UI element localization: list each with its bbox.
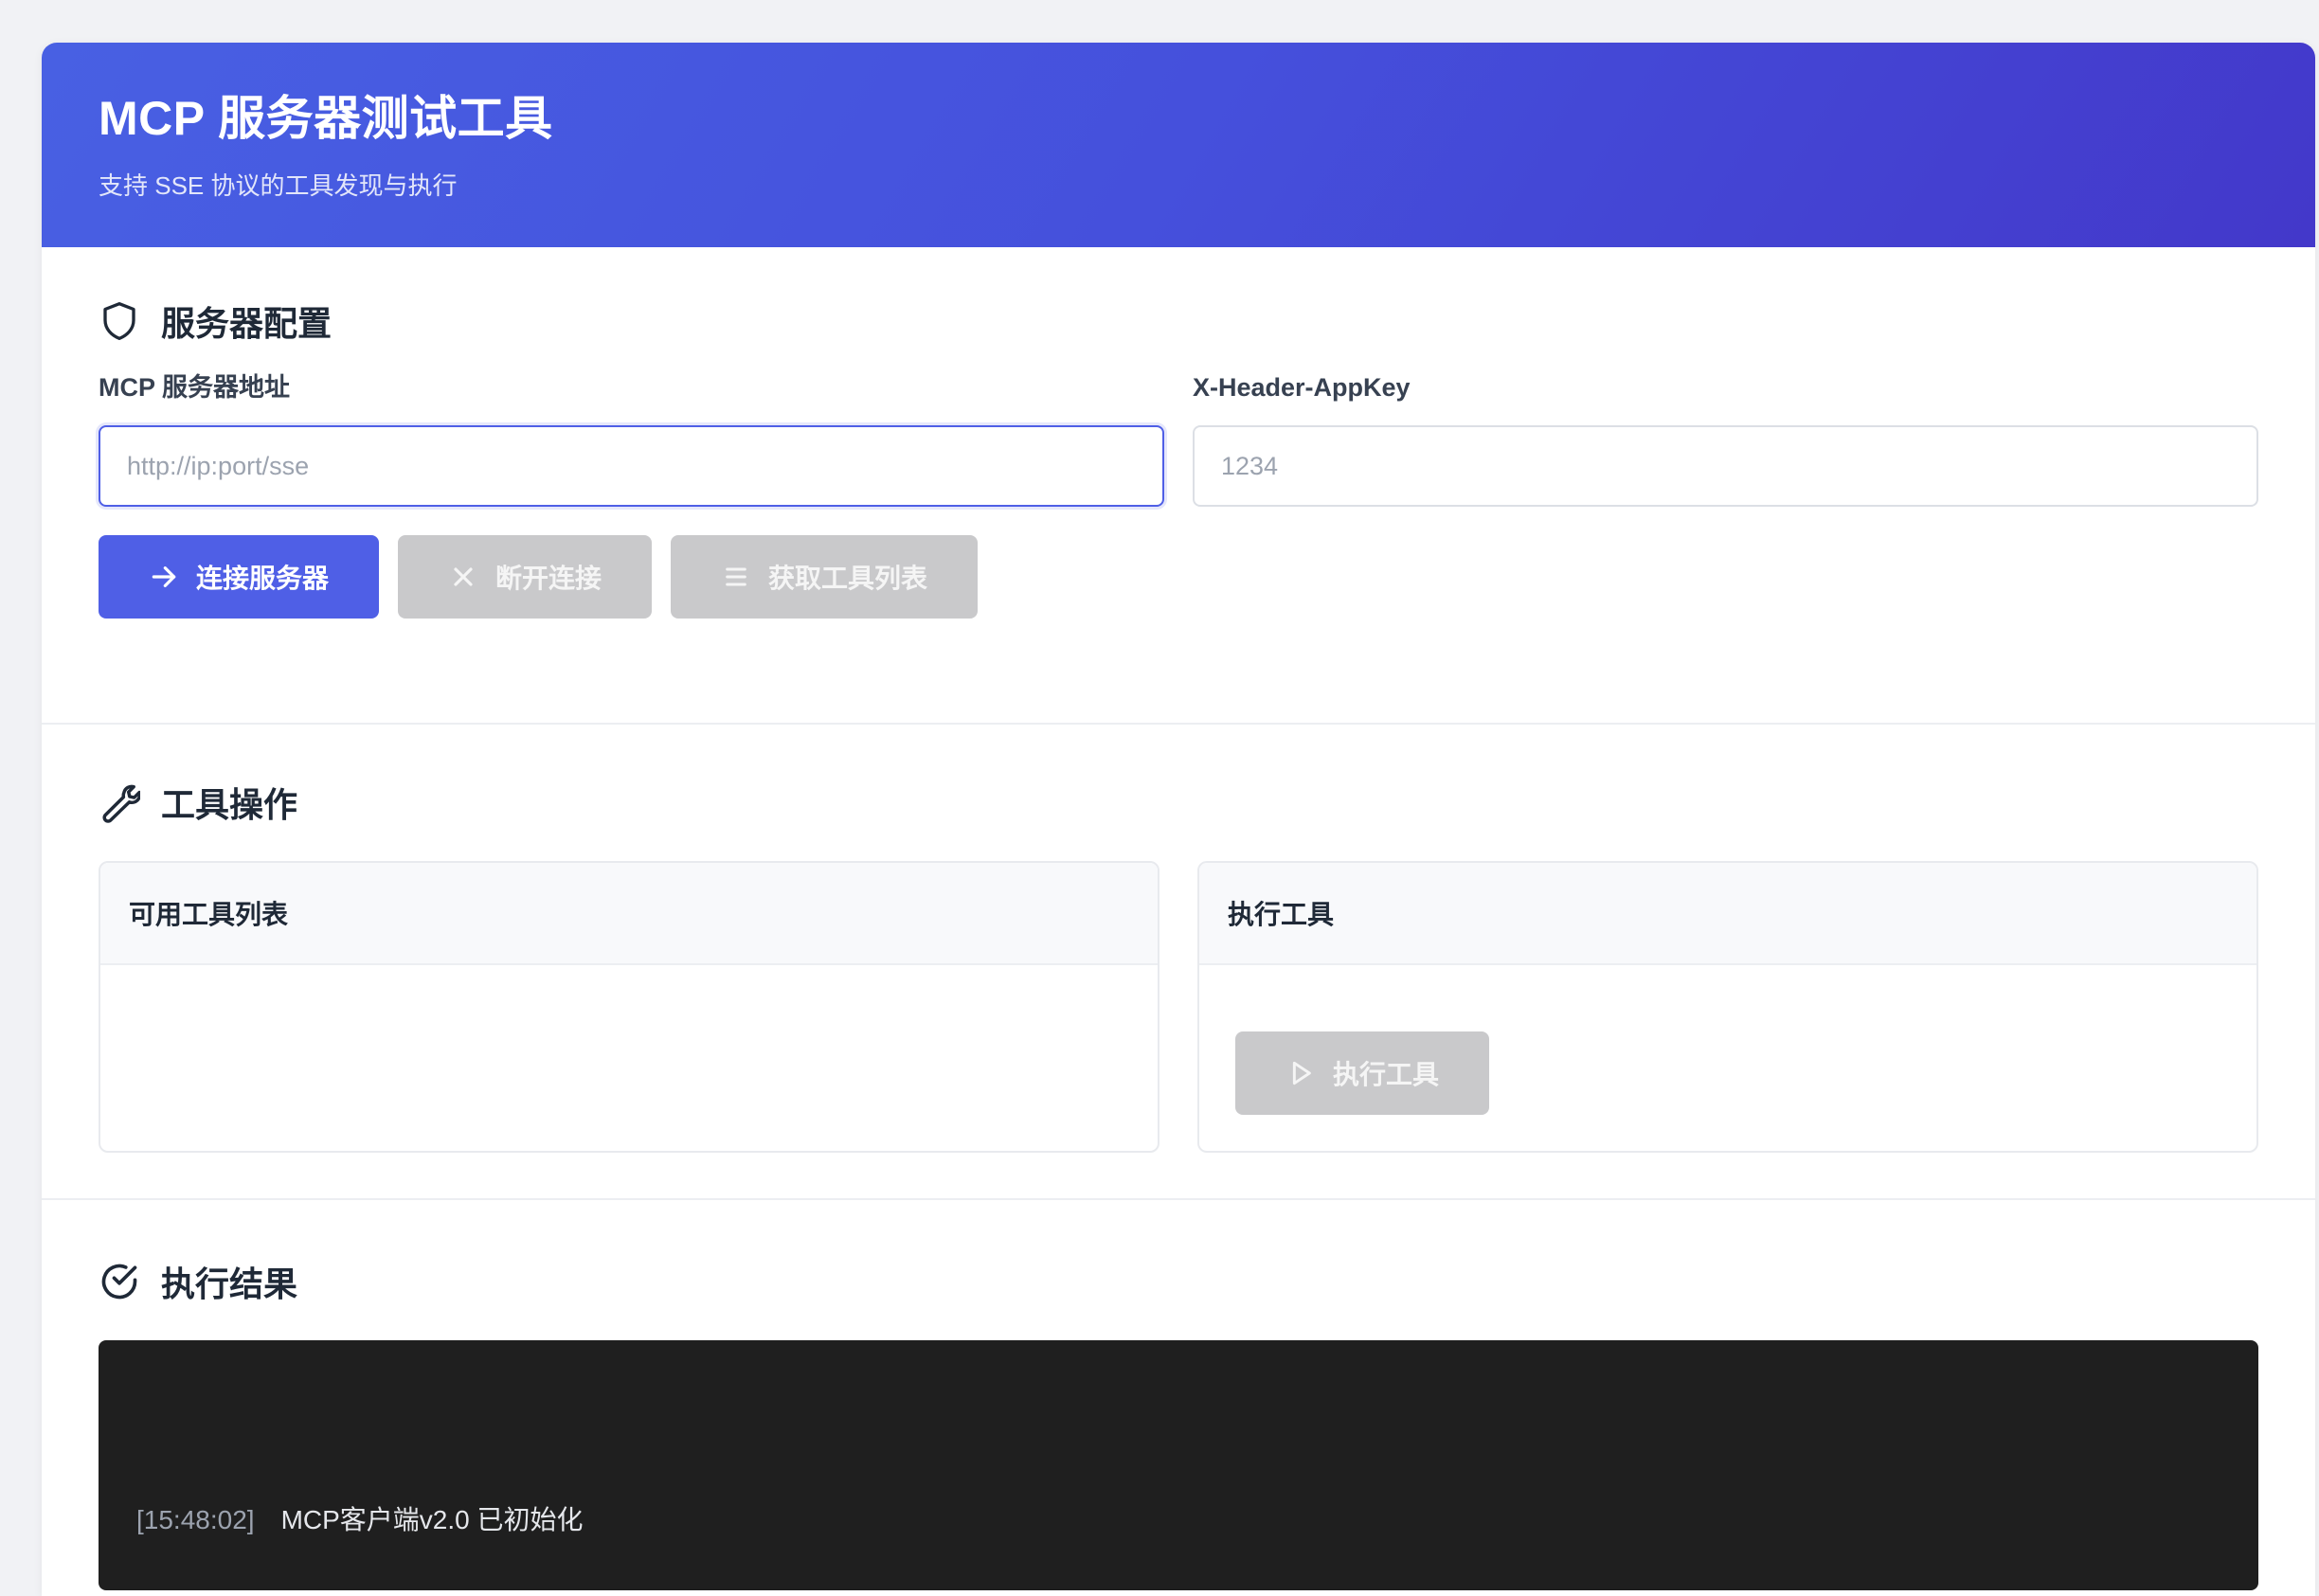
list-icon <box>721 562 751 592</box>
connect-button[interactable]: 连接服务器 <box>99 535 379 619</box>
app-key-group: X-Header-AppKey <box>1193 370 2258 507</box>
execute-tool-body: 执行工具 <box>1199 965 2256 1151</box>
page-subtitle: 支持 SSE 协议的工具发现与执行 <box>99 171 458 200</box>
config-form-row: MCP 服务器地址 X-Header-AppKey <box>99 370 2258 507</box>
results-section: 执行结果 [15:48:02] MCP客户端v2.0 已初始化 <box>42 1200 2315 1590</box>
tool-panels: 可用工具列表 执行工具 执行工具 <box>99 861 2258 1153</box>
available-tools-list <box>100 965 1158 1151</box>
tool-operations-section: 工具操作 可用工具列表 执行工具 执行工具 <box>42 725 2315 1198</box>
app-header: MCP 服务器测试工具 支持 SSE 协议的工具发现与执行 <box>42 43 2315 247</box>
shield-icon <box>99 300 140 342</box>
execute-tool-button-label: 执行工具 <box>1332 1060 1439 1089</box>
log-timestamp: [15:48:02] <box>136 1505 255 1534</box>
arrow-right-icon <box>149 562 179 592</box>
server-config-heading: 服务器配置 <box>99 293 2258 350</box>
disconnect-button[interactable]: 断开连接 <box>398 535 652 619</box>
log-line: [15:48:02] MCP客户端v2.0 已初始化 <box>136 1503 584 1537</box>
results-console: [15:48:02] MCP客户端v2.0 已初始化 <box>99 1340 2258 1590</box>
page-title: MCP 服务器测试工具 <box>99 92 553 145</box>
server-url-label: MCP 服务器地址 <box>99 373 291 402</box>
results-title: 执行结果 <box>161 1264 298 1303</box>
execute-tool-panel: 执行工具 执行工具 <box>1197 861 2258 1153</box>
config-button-row: 连接服务器 断开连接 获取工具列表 <box>99 535 2258 619</box>
server-url-group: MCP 服务器地址 <box>99 370 1164 507</box>
play-icon <box>1285 1058 1316 1088</box>
server-config-title: 服务器配置 <box>161 304 333 343</box>
app-key-input[interactable] <box>1193 425 2258 507</box>
tool-operations-heading: 工具操作 <box>99 774 2258 831</box>
results-heading: 执行结果 <box>99 1253 2258 1310</box>
check-circle-icon <box>99 1261 140 1302</box>
execute-tool-button[interactable]: 执行工具 <box>1235 1031 1489 1115</box>
server-config-section: 服务器配置 MCP 服务器地址 X-Header-AppKey 连接服务器 <box>42 247 2315 723</box>
list-tools-button-label: 获取工具列表 <box>767 564 927 593</box>
wrench-icon <box>99 781 140 823</box>
app-key-label: X-Header-AppKey <box>1193 373 1411 402</box>
close-icon <box>448 562 478 592</box>
available-tools-header: 可用工具列表 <box>100 863 1158 965</box>
log-message: MCP客户端v2.0 已初始化 <box>280 1505 584 1534</box>
list-tools-button[interactable]: 获取工具列表 <box>671 535 978 619</box>
disconnect-button-label: 断开连接 <box>494 564 602 593</box>
main-card: MCP 服务器测试工具 支持 SSE 协议的工具发现与执行 服务器配置 MCP … <box>42 43 2315 1596</box>
connect-button-label: 连接服务器 <box>195 564 329 593</box>
available-tools-panel: 可用工具列表 <box>99 861 1160 1153</box>
tool-operations-title: 工具操作 <box>161 785 298 824</box>
execute-tool-header: 执行工具 <box>1199 863 2256 965</box>
server-url-input[interactable] <box>99 425 1164 507</box>
